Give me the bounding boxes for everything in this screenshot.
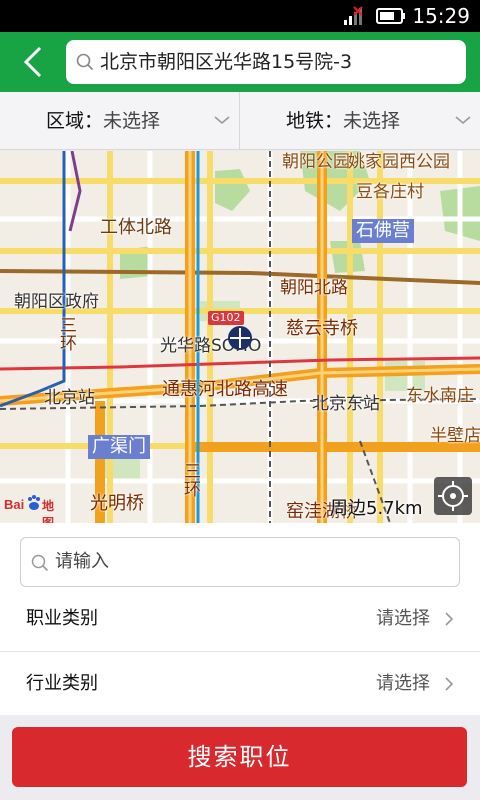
crosshair-icon <box>438 481 468 511</box>
logo-map-text: 地图 <box>42 499 55 523</box>
keyword-input[interactable]: 请输入 <box>20 537 460 587</box>
keyword-placeholder: 请输入 <box>55 551 109 572</box>
map-label: 北京东站 <box>312 394 380 414</box>
map-label: 北京站 <box>44 388 95 408</box>
map-label: 通惠河北路高速 <box>162 379 288 400</box>
map-label: 朝阳区政府 <box>14 292 99 312</box>
industry-category-label: 行业类别 <box>26 673 98 694</box>
map-label: 工体北路 <box>100 217 172 238</box>
subway-filter-label: 地铁： <box>286 110 344 132</box>
address-text: 北京市朝阳区光华路15号院-3 <box>100 51 353 73</box>
area-filter-value: 未选择 <box>103 110 161 132</box>
job-category-row[interactable]: 职业类别 请选择 <box>0 587 480 651</box>
battery-icon <box>376 8 405 24</box>
map-label: 东水南庄 <box>406 386 474 406</box>
logo-text: Bai <box>4 497 25 512</box>
screen: 15:29 北京市朝阳区光华路15号院-3 区域：未选择 地铁：未选择 朝阳公园… <box>0 0 480 800</box>
map-label: 半壁店 <box>430 426 480 446</box>
search-jobs-button[interactable]: 搜索职位 <box>12 727 467 787</box>
clock: 15:29 <box>412 4 470 28</box>
map-label: 朝阳公园 <box>282 152 350 172</box>
map-label: 环 <box>184 480 201 500</box>
search-icon <box>76 53 94 71</box>
address-search-field[interactable]: 北京市朝阳区光华路15号院-3 <box>66 40 466 84</box>
map-label: 环 <box>60 334 77 354</box>
chevron-down-icon <box>214 116 230 125</box>
metro-badge: 石佛营 <box>352 219 414 243</box>
area-filter[interactable]: 区域：未选择 <box>0 92 240 150</box>
map-label: 朝阳北路 <box>280 278 348 298</box>
status-bar: 15:29 <box>0 0 480 32</box>
map-label: 慈云寺桥 <box>286 318 358 339</box>
location-pin-icon <box>228 326 252 350</box>
signal-icon <box>344 6 363 25</box>
subway-filter-value: 未选择 <box>343 110 401 132</box>
job-category-label: 职业类别 <box>26 608 98 629</box>
locate-button[interactable] <box>434 477 472 515</box>
search-form: 请输入 职业类别 请选择 行业类别 请选择 <box>0 523 480 715</box>
road-tag: G102 <box>208 311 244 325</box>
header-bar: 北京市朝阳区光华路15号院-3 <box>0 32 480 92</box>
map-label: 姚家园西公园 <box>348 152 450 172</box>
industry-category-row[interactable]: 行业类别 请选择 <box>0 651 480 715</box>
map-view[interactable]: 朝阳公园 姚家园西公园 豆各庄村 工体北路 石佛营 朝阳北路 朝阳区政府 G10… <box>0 151 480 523</box>
filter-bar: 区域：未选择 地铁：未选择 <box>0 92 480 150</box>
map-label: 豆各庄村 <box>356 182 424 202</box>
chevron-right-icon <box>445 612 454 626</box>
chevron-right-icon <box>445 677 454 691</box>
metro-badge: 广渠门 <box>88 435 150 459</box>
back-icon[interactable] <box>16 44 52 80</box>
map-logo: Bai 地图 <box>4 495 62 523</box>
job-category-value: 请选择 <box>376 608 430 629</box>
paw-icon <box>28 495 40 510</box>
range-label: 周边5.7km <box>330 498 423 519</box>
subway-filter[interactable]: 地铁：未选择 <box>240 92 480 150</box>
search-icon <box>31 554 49 572</box>
area-filter-label: 区域： <box>46 110 104 132</box>
chevron-down-icon <box>455 116 471 125</box>
map-label: 光明桥 <box>90 493 144 514</box>
industry-category-value: 请选择 <box>376 673 430 694</box>
